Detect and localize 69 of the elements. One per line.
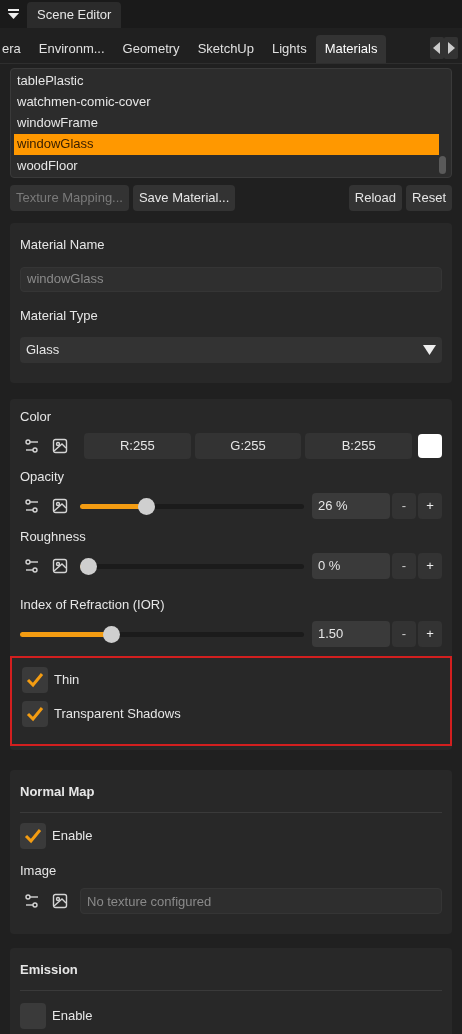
action-button[interactable]: Reset bbox=[406, 185, 452, 211]
material-list-item[interactable]: tablePlastic bbox=[14, 70, 439, 92]
sliders-icon[interactable] bbox=[24, 558, 40, 574]
material-type-dropdown[interactable]: Glass bbox=[20, 337, 442, 363]
decrement-button[interactable]: - bbox=[392, 493, 416, 519]
checkbox-label: Transparent Shadows bbox=[54, 705, 181, 724]
collapse-icon[interactable] bbox=[8, 9, 19, 19]
increment-button[interactable]: + bbox=[418, 493, 442, 519]
material-name-field[interactable]: windowGlass bbox=[20, 266, 442, 292]
tab[interactable]: SketchUp bbox=[188, 35, 263, 63]
field-label: Image bbox=[20, 861, 58, 880]
material-list-item[interactable]: woodFloor bbox=[14, 154, 439, 176]
increment-button[interactable]: + bbox=[418, 553, 442, 579]
value-field[interactable]: 26 % bbox=[312, 493, 390, 519]
tab[interactable]: Lights bbox=[263, 35, 316, 63]
checkbox-label: Thin bbox=[54, 671, 80, 690]
checkbox-label: Enable bbox=[52, 826, 93, 845]
color-swatch[interactable] bbox=[418, 434, 442, 458]
value-field[interactable]: 0 % bbox=[312, 553, 390, 579]
sliders-icon[interactable] bbox=[24, 498, 40, 514]
decrement-button[interactable]: - bbox=[392, 553, 416, 579]
slider-thumb[interactable] bbox=[102, 625, 120, 643]
scrollbar-thumb[interactable] bbox=[439, 156, 446, 174]
sliders-icon[interactable] bbox=[24, 438, 40, 454]
tab-scroll-left-icon[interactable] bbox=[430, 37, 444, 59]
property-label: Index of Refraction (IOR) bbox=[20, 596, 166, 615]
dropdown-caret-icon bbox=[423, 345, 436, 355]
property-label: Roughness bbox=[20, 528, 87, 547]
check-icon bbox=[26, 672, 44, 688]
slider[interactable] bbox=[80, 497, 304, 515]
image-icon-wrap[interactable] bbox=[52, 438, 68, 454]
check-icon bbox=[24, 827, 42, 844]
tab-scroll-right-icon[interactable] bbox=[444, 37, 458, 59]
tab[interactable]: era bbox=[0, 35, 30, 63]
color-channel-field[interactable]: R:255 bbox=[84, 433, 191, 459]
slider-thumb[interactable] bbox=[80, 557, 97, 575]
texture-field[interactable]: No texture configured bbox=[80, 888, 442, 914]
section-title: Emission bbox=[20, 960, 442, 991]
section-title: Normal Map bbox=[20, 782, 442, 813]
material-list-item[interactable]: windowGlass bbox=[14, 133, 439, 155]
slider[interactable] bbox=[20, 625, 304, 643]
slider[interactable] bbox=[80, 557, 304, 575]
increment-button[interactable]: + bbox=[418, 621, 442, 647]
check-icon bbox=[26, 706, 44, 722]
color-channel-field[interactable]: G:255 bbox=[194, 433, 302, 459]
field-label: Material Name bbox=[20, 236, 106, 254]
material-list-item[interactable]: watchmen-comic-cover bbox=[14, 91, 439, 113]
image-icon-wrap[interactable] bbox=[52, 558, 68, 574]
sliders-icon[interactable] bbox=[24, 893, 40, 909]
property-label: Opacity bbox=[20, 468, 66, 487]
checkbox[interactable] bbox=[22, 701, 48, 727]
value-field[interactable]: 1.50 bbox=[312, 621, 390, 647]
checkbox[interactable] bbox=[20, 822, 46, 849]
action-button[interactable]: Save Material... bbox=[132, 185, 236, 211]
checkbox[interactable] bbox=[22, 667, 48, 693]
slider-thumb[interactable] bbox=[137, 497, 155, 515]
tab[interactable]: Materials bbox=[315, 35, 387, 63]
decrement-button[interactable]: - bbox=[392, 621, 416, 647]
image-icon-wrap[interactable] bbox=[52, 498, 68, 514]
checkbox-label: Enable bbox=[52, 1006, 93, 1025]
field-label: Material Type bbox=[20, 306, 99, 325]
action-button[interactable]: Reload bbox=[348, 185, 403, 211]
color-channel-field[interactable]: B:255 bbox=[305, 433, 412, 459]
tab[interactable]: Environm... bbox=[29, 35, 114, 63]
image-icon-wrap[interactable] bbox=[52, 893, 68, 909]
material-list-item[interactable]: windowFrame bbox=[14, 112, 439, 134]
tab[interactable]: Geometry bbox=[113, 35, 189, 63]
property-label: Color bbox=[20, 408, 53, 427]
panel-title-tab[interactable]: Scene Editor bbox=[27, 2, 122, 28]
